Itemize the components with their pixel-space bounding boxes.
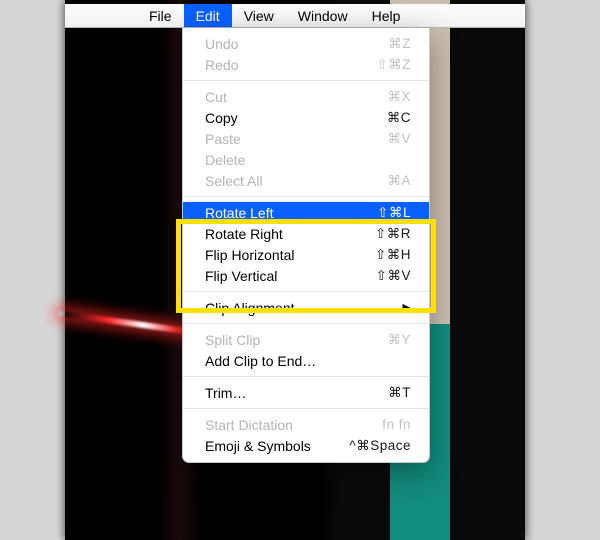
menubar-item-edit[interactable]: Edit [184, 4, 232, 27]
menu-item-select-all: Select All⌘A [183, 170, 429, 191]
menu-item-shortcut: ⌘Y [387, 332, 411, 348]
menu-item-shortcut: ⌘V [387, 131, 411, 147]
menu-item-split-clip: Split Clip⌘Y [183, 329, 429, 350]
menu-item-label: Flip Vertical [205, 268, 376, 284]
menu-item-label: Flip Horizontal [205, 247, 375, 263]
menu-item-redo: Redo⇧⌘Z [183, 54, 429, 75]
menu-item-add-clip-to-end[interactable]: Add Clip to End… [183, 350, 429, 371]
menu-item-flip-vertical[interactable]: Flip Vertical⇧⌘V [183, 265, 429, 286]
menubar-item-label: View [244, 8, 274, 24]
menu-item-shortcut: ⇧⌘R [375, 226, 411, 242]
menu-separator [183, 196, 429, 197]
menu-item-shortcut: ^⌘Space [349, 438, 411, 454]
menu-item-shortcut: ⇧⌘L [377, 205, 411, 221]
menubar-item-window[interactable]: Window [286, 4, 360, 27]
menu-separator [183, 323, 429, 324]
menu-item-copy[interactable]: Copy⌘C [183, 107, 429, 128]
menubar-item-label: File [149, 8, 172, 24]
menu-item-emoji-symbols[interactable]: Emoji & Symbols^⌘Space [183, 435, 429, 456]
menu-item-paste: Paste⌘V [183, 128, 429, 149]
menu-item-trim[interactable]: Trim…⌘T [183, 382, 429, 403]
menu-item-label: Add Clip to End… [205, 353, 411, 369]
menubar-item-help[interactable]: Help [360, 4, 413, 27]
screenshot-stage: FileEditViewWindowHelp Undo⌘ZRedo⇧⌘ZCut⌘… [0, 0, 600, 540]
menu-item-shortcut: ⌘Z [388, 36, 411, 52]
menu-item-flip-horizontal[interactable]: Flip Horizontal⇧⌘H [183, 244, 429, 265]
menu-item-cut: Cut⌘X [183, 86, 429, 107]
menu-item-label: Emoji & Symbols [205, 438, 349, 454]
menu-item-label: Split Clip [205, 332, 387, 348]
menu-item-label: Rotate Right [205, 226, 375, 242]
menu-item-shortcut: ⌘T [388, 385, 411, 401]
menu-separator [183, 291, 429, 292]
menu-item-label: Copy [205, 110, 387, 126]
menu-item-start-dictation: Start Dictationfn fn [183, 414, 429, 435]
menubar-item-label: Edit [196, 8, 220, 24]
menu-item-shortcut: ⌘X [387, 89, 411, 105]
menu-item-shortcut: ⇧⌘H [375, 247, 411, 263]
menu-item-shortcut: fn fn [382, 417, 411, 432]
menu-item-label: Start Dictation [205, 417, 382, 433]
menu-item-rotate-left[interactable]: Rotate Left⇧⌘L [183, 202, 429, 223]
menu-item-delete: Delete [183, 149, 429, 170]
menubar-item-label: Help [372, 8, 401, 24]
menu-item-label: Redo [205, 57, 376, 73]
menu-item-label: Select All [205, 173, 387, 189]
submenu-arrow-icon: ▶ [403, 301, 411, 314]
menu-item-label: Cut [205, 89, 387, 105]
menu-item-shortcut: ⌘C [387, 110, 411, 126]
menu-separator [183, 80, 429, 81]
menu-item-rotate-right[interactable]: Rotate Right⇧⌘R [183, 223, 429, 244]
menu-item-label: Rotate Left [205, 205, 377, 221]
edit-menu-dropdown: Undo⌘ZRedo⇧⌘ZCut⌘XCopy⌘CPaste⌘VDeleteSel… [182, 28, 430, 463]
menubar-item-file[interactable]: File [137, 4, 184, 27]
menu-item-label: Clip Alignment [205, 300, 397, 316]
menubar-item-label: Window [298, 8, 348, 24]
menu-separator [183, 376, 429, 377]
menu-item-undo: Undo⌘Z [183, 33, 429, 54]
menu-item-label: Undo [205, 36, 388, 52]
menu-item-shortcut: ⌘A [387, 173, 411, 189]
menu-separator [183, 408, 429, 409]
menubar: File Edit View Window Help [65, 4, 525, 28]
menubar-left-spacer [65, 4, 137, 27]
menu-item-shortcut: ⇧⌘Z [376, 57, 411, 73]
menu-item-label: Paste [205, 131, 387, 147]
menu-item-label: Trim… [205, 385, 388, 401]
menu-item-label: Delete [205, 152, 411, 168]
menu-item-shortcut: ⇧⌘V [376, 268, 411, 284]
menu-item-clip-alignment[interactable]: Clip Alignment ▶ [183, 297, 429, 318]
menubar-item-view[interactable]: View [232, 4, 286, 27]
